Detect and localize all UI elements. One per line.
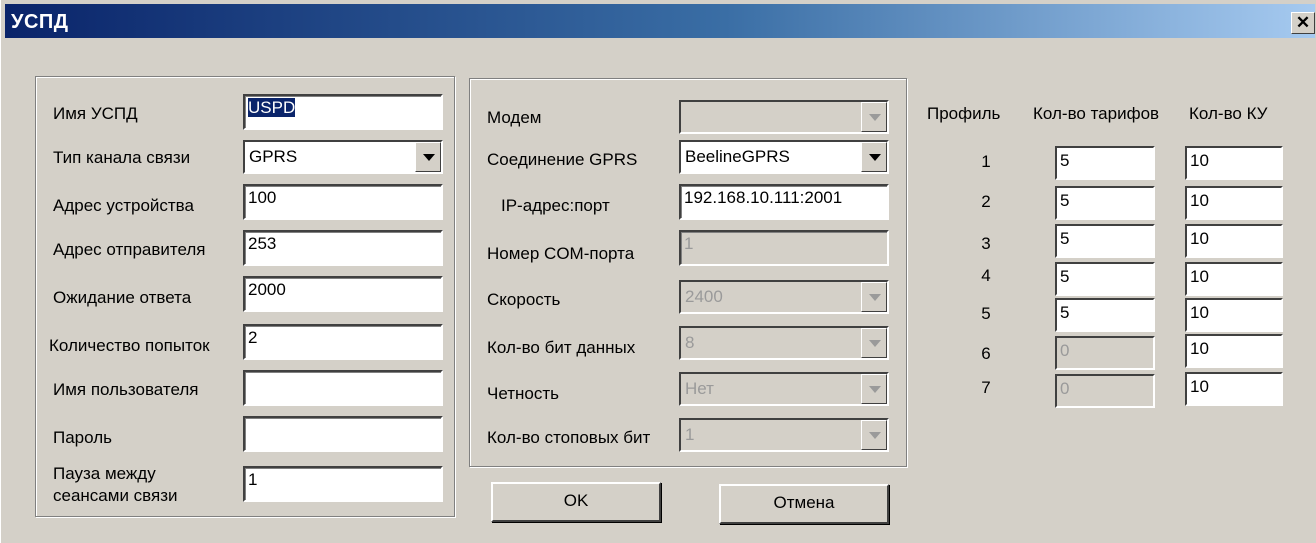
connection-settings-group — [469, 78, 907, 467]
ip-port-label: IP-адрес:порт — [501, 196, 610, 215]
gprs-connection-select[interactable]: BeelineGPRS — [679, 140, 889, 174]
cancel-button[interactable]: Отмена — [719, 484, 889, 524]
profile-number-4: 4 — [981, 266, 991, 285]
chevron-down-icon[interactable] — [861, 420, 887, 450]
device-address-input[interactable]: 100 — [243, 184, 443, 220]
modem-label: Модем — [487, 108, 542, 127]
speed-label: Скорость — [487, 290, 561, 309]
tariffs-header: Кол-во тарифов — [1033, 104, 1160, 123]
name-label: Имя УСПД — [53, 104, 138, 123]
tariffs-input-5[interactable]: 5 — [1055, 298, 1155, 332]
pause-input[interactable]: 1 — [243, 466, 443, 502]
com-port-input[interactable]: 1 — [679, 230, 889, 266]
ku-input-3[interactable]: 10 — [1185, 224, 1283, 258]
profile-number-2: 2 — [981, 192, 991, 211]
tariffs-input-1[interactable]: 5 — [1055, 146, 1155, 180]
parity-label: Четность — [487, 384, 559, 403]
stop-bits-value: 1 — [685, 425, 695, 444]
chevron-down-icon[interactable] — [861, 328, 887, 358]
device-address-label: Адрес устройства — [53, 196, 194, 215]
ku-input-1[interactable]: 10 — [1185, 146, 1283, 180]
data-bits-select[interactable]: 8 — [679, 326, 889, 360]
profile-number-6: 6 — [981, 344, 991, 363]
window-title: УСПД — [11, 11, 69, 33]
ku-header: Кол-во КУ — [1189, 104, 1268, 123]
ku-input-7[interactable]: 10 — [1185, 372, 1283, 406]
ip-port-input[interactable]: 192.168.10.111:2001 — [679, 184, 889, 220]
speed-value: 2400 — [685, 287, 723, 306]
pause-label-line1: Пауза между — [53, 464, 156, 483]
ku-input-2[interactable]: 10 — [1185, 186, 1283, 220]
chevron-down-icon[interactable] — [861, 374, 887, 404]
channel-type-value: GPRS — [249, 147, 298, 166]
stop-bits-label: Кол-во стоповых бит — [487, 428, 651, 447]
data-bits-label: Кол-во бит данных — [487, 338, 636, 357]
name-value: USPD — [248, 98, 296, 117]
profile-number-3: 3 — [981, 234, 991, 253]
attempts-label: Количество попыток — [49, 336, 210, 355]
speed-select[interactable]: 2400 — [679, 280, 889, 314]
password-input[interactable] — [243, 416, 443, 452]
close-icon: ✕ — [1295, 13, 1311, 32]
parity-select[interactable]: Нет — [679, 372, 889, 406]
sender-address-label: Адрес отправителя — [53, 240, 206, 259]
ku-input-6[interactable]: 10 — [1185, 334, 1283, 368]
tariffs-input-7[interactable]: 0 — [1055, 374, 1155, 408]
sender-address-input[interactable]: 253 — [243, 230, 443, 266]
attempts-input[interactable]: 2 — [243, 324, 443, 360]
chevron-down-icon[interactable] — [861, 142, 887, 172]
tariffs-input-3[interactable]: 5 — [1055, 224, 1155, 258]
wait-response-input[interactable]: 2000 — [243, 276, 443, 312]
ok-button[interactable]: OK — [491, 482, 661, 522]
profile-number-1: 1 — [981, 152, 991, 171]
chevron-down-icon[interactable] — [415, 142, 441, 172]
chevron-down-icon[interactable] — [861, 102, 887, 132]
close-button[interactable]: ✕ — [1291, 12, 1315, 34]
username-input[interactable] — [243, 370, 443, 406]
data-bits-value: 8 — [685, 333, 695, 352]
profile-number-5: 5 — [981, 304, 991, 323]
modem-select[interactable] — [679, 100, 889, 134]
pause-label-line2: сеансами связи — [53, 486, 178, 505]
name-input[interactable]: USPD — [243, 94, 443, 130]
parity-value: Нет — [685, 379, 714, 398]
tariffs-input-2[interactable]: 5 — [1055, 186, 1155, 220]
password-label: Пароль — [53, 428, 112, 447]
gprs-connection-value: BeelineGPRS — [685, 147, 790, 166]
stop-bits-select[interactable]: 1 — [679, 418, 889, 452]
ku-input-5[interactable]: 10 — [1185, 298, 1283, 332]
username-label: Имя пользователя — [53, 380, 199, 399]
com-port-label: Номер COM-порта — [487, 244, 635, 263]
wait-response-label: Ожидание ответа — [53, 288, 192, 307]
channel-type-label: Тип канала связи — [53, 148, 191, 167]
tariffs-input-6[interactable]: 0 — [1055, 336, 1155, 370]
title-bar[interactable]: УСПД ✕ — [5, 4, 1315, 38]
ku-input-4[interactable]: 10 — [1185, 262, 1283, 296]
tariffs-input-4[interactable]: 5 — [1055, 262, 1155, 296]
profile-header: Профиль — [927, 104, 1001, 123]
chevron-down-icon[interactable] — [861, 282, 887, 312]
profile-number-7: 7 — [981, 378, 991, 397]
gprs-connection-label: Соединение GPRS — [487, 150, 638, 169]
channel-type-select[interactable]: GPRS — [243, 140, 443, 174]
uspd-dialog: УСПД ✕ Имя УСПД USPD Тип канала связи GP… — [0, 0, 1316, 543]
